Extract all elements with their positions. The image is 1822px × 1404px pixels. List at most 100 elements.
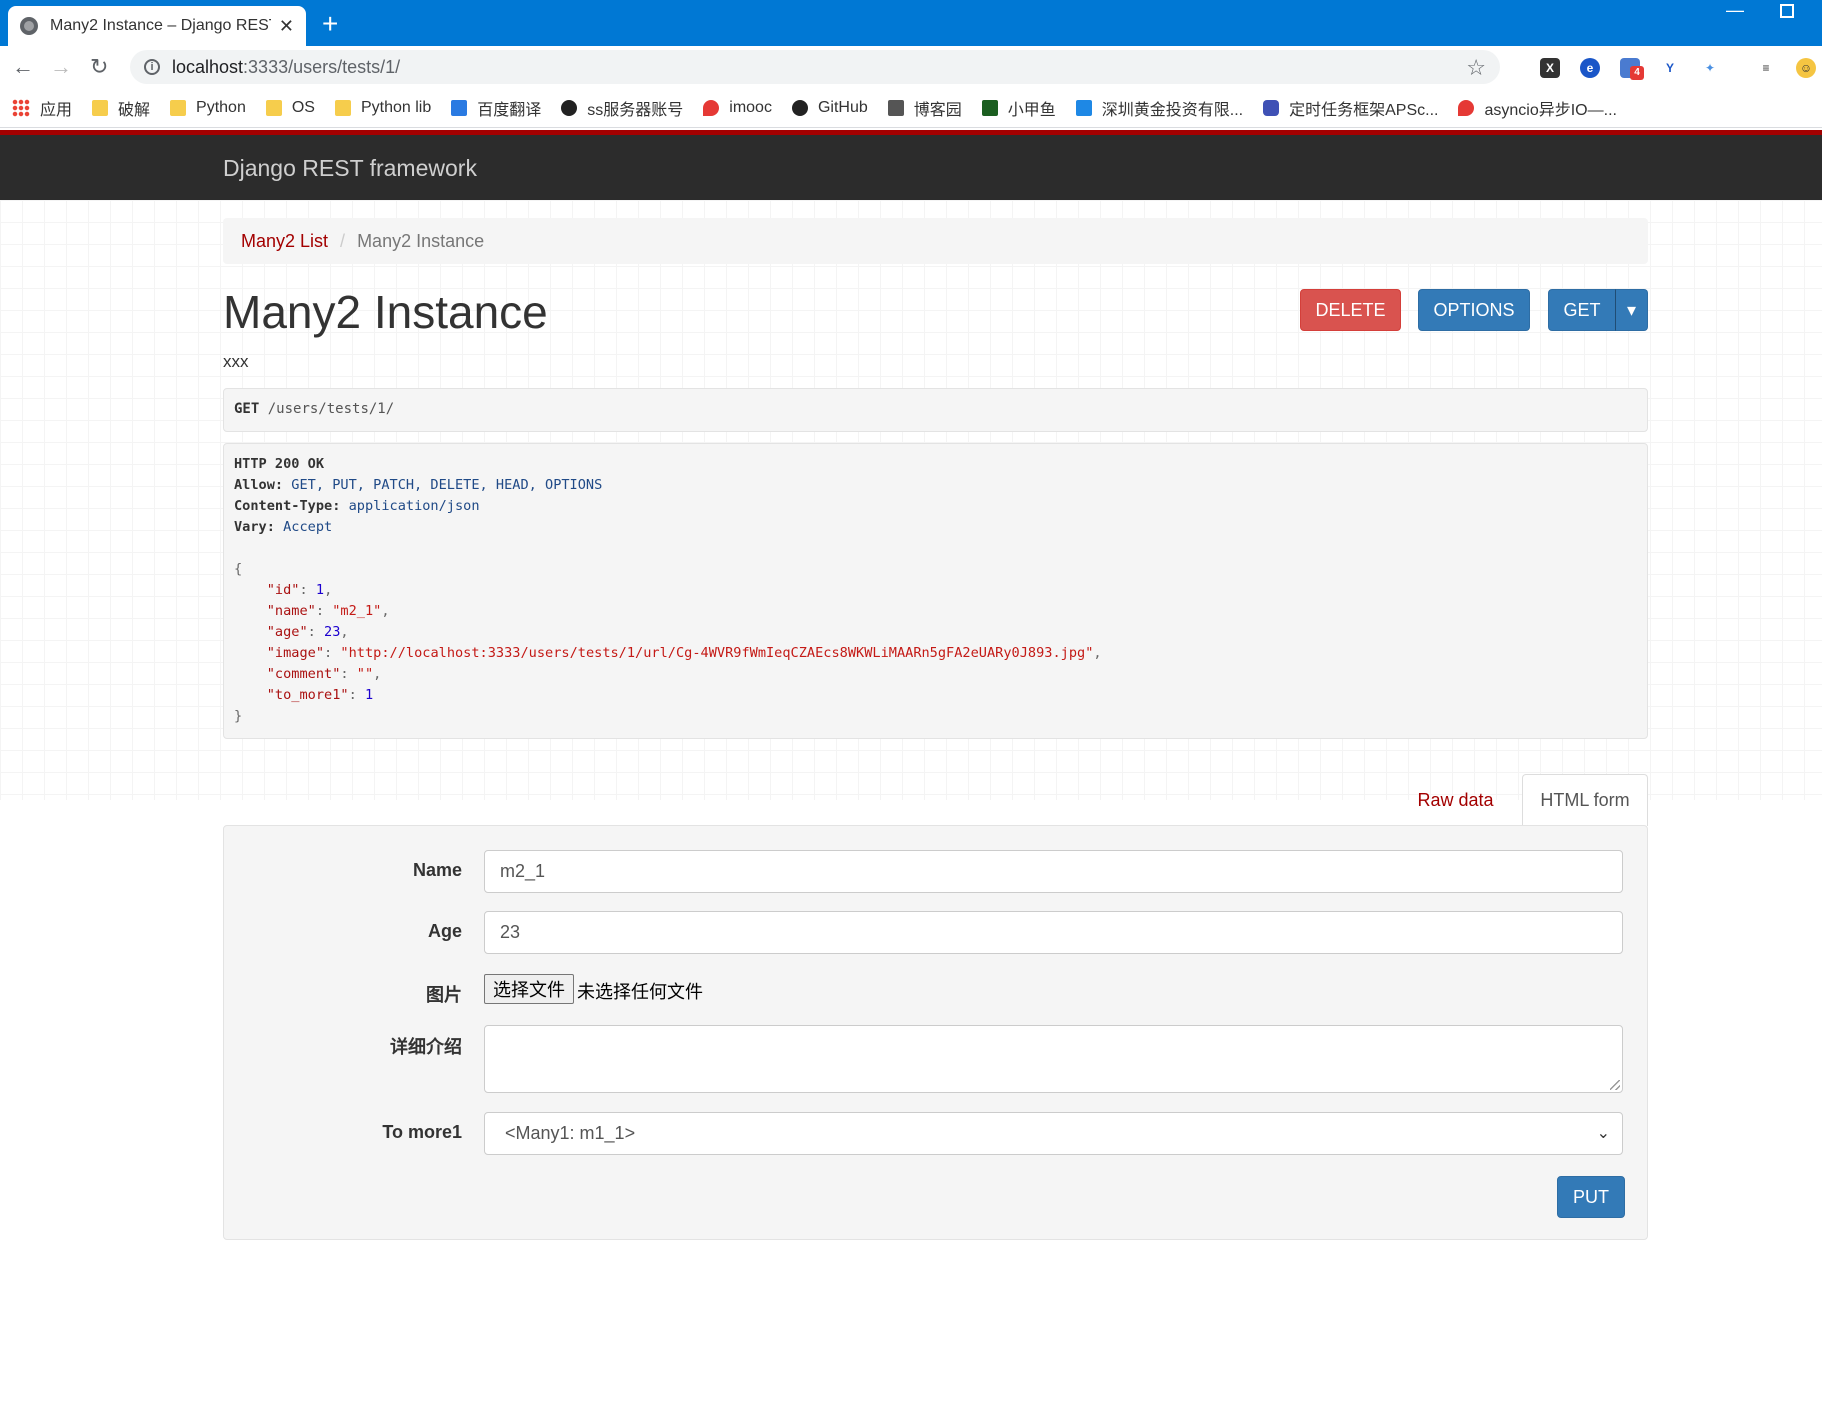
bookmark-label: imooc — [729, 98, 772, 116]
y-extension-icon[interactable]: Y — [1660, 58, 1680, 78]
minimize-button[interactable]: — — [1726, 0, 1744, 21]
resize-grip-icon[interactable] — [1610, 1080, 1620, 1090]
bookmark-label: ss服务器账号 — [587, 101, 684, 119]
json-line-id: "id": 1, — [266, 582, 333, 598]
get-button[interactable]: GET — [1548, 289, 1616, 331]
close-tab-icon[interactable]: ✕ — [279, 16, 294, 37]
tab-html-form[interactable]: HTML form — [1522, 774, 1648, 826]
apps-grid-icon — [12, 98, 30, 117]
folder-icon — [334, 99, 351, 116]
to-more1-selected: <Many1: m1_1> — [505, 1123, 636, 1143]
drf-brand[interactable]: Django REST framework — [223, 155, 477, 182]
bookmark-label: 小甲鱼 — [1007, 101, 1056, 119]
x-extension-icon[interactable]: X — [1540, 58, 1560, 78]
profile-avatar-icon[interactable]: ☺ — [1796, 58, 1816, 78]
get-format-dropdown[interactable]: ▾ — [1615, 289, 1648, 331]
request-info: GET /users/tests/1/ — [223, 388, 1648, 432]
bookmark-item[interactable]: ss服务器账号 — [561, 96, 683, 120]
chevron-down-icon: ▾ — [1626, 299, 1637, 320]
breadcrumb-current: Many2 Instance — [357, 230, 485, 251]
site-icon — [1263, 99, 1280, 116]
tab-raw-data[interactable]: Raw data — [1393, 774, 1518, 826]
blog-icon — [887, 99, 904, 116]
header-vary: Vary: Accept — [234, 517, 1637, 538]
name-input[interactable]: m2_1 — [484, 850, 1623, 893]
page-title: Many2 Instance — [223, 286, 548, 338]
bookmark-star-icon[interactable]: ☆ — [1466, 55, 1486, 81]
bookmark-label: Python — [196, 98, 246, 116]
comment-label: 详细介绍 — [390, 1037, 462, 1057]
choose-file-button[interactable]: 选择文件 — [484, 974, 574, 1004]
url-path: :3333/users/tests/1/ — [243, 56, 401, 77]
bookmark-label: Python lib — [360, 98, 432, 116]
folder-icon — [92, 99, 109, 116]
circle-extension-icon[interactable]: e — [1580, 58, 1600, 78]
json-line-comment: "comment": "", — [266, 666, 382, 682]
bookmark-item[interactable]: OS — [265, 98, 315, 117]
flame-icon — [1458, 99, 1475, 116]
response-info: HTTP 200 OK Allow: GET, PUT, PATCH, DELET… — [223, 443, 1648, 739]
to-more1-select[interactable]: <Many1: m1_1> ⌄ — [484, 1112, 1623, 1155]
comment-textarea[interactable] — [484, 1025, 1623, 1093]
header-value: GET, PUT, PATCH, DELETE, HEAD, OPTIONS — [291, 477, 603, 493]
bookmark-item[interactable]: 应用 — [12, 96, 72, 120]
json-value-name: m2_1 — [340, 603, 374, 619]
delete-button[interactable]: DELETE — [1300, 289, 1401, 331]
drf-navbar: Django REST framework — [0, 130, 1822, 200]
breadcrumb: Many2 List / Many2 Instance — [223, 218, 1648, 264]
back-arrow-icon[interactable]: ← — [12, 54, 34, 80]
json-value-age: 23 — [324, 624, 341, 640]
chevron-down-icon: ⌄ — [1596, 1125, 1610, 1142]
bookmark-item[interactable]: 破解 — [92, 96, 150, 120]
breadcrumb-separator: / — [340, 230, 346, 251]
bookmark-label: OS — [291, 98, 315, 116]
age-label: Age — [427, 921, 462, 941]
age-input[interactable]: 23 — [484, 911, 1623, 954]
bookmark-item[interactable]: 百度翻译 — [451, 96, 541, 120]
bookmark-label: 应用 — [40, 101, 73, 119]
forward-arrow-icon[interactable]: → — [50, 54, 72, 80]
to-more1-label: To more1 — [382, 1122, 462, 1142]
translate-icon — [451, 99, 468, 116]
new-tab-button[interactable]: + — [322, 10, 338, 38]
header-allow: Allow: GET, PUT, PATCH, DELETE, HEAD, OP… — [234, 475, 1637, 496]
folder-icon — [265, 99, 282, 116]
bookmark-label: GitHub — [817, 98, 868, 116]
put-button[interactable]: PUT — [1557, 1176, 1625, 1218]
breadcrumb-list-link[interactable]: Many2 List — [241, 231, 328, 252]
github-icon — [561, 99, 578, 116]
bookmark-item[interactable]: 博客园 — [887, 96, 962, 120]
json-value-image[interactable]: http://localhost:3333/users/tests/1/url/… — [349, 645, 1086, 661]
bookmark-item[interactable]: 深圳黄金投资有限... — [1075, 96, 1244, 120]
header-value: Accept — [283, 519, 333, 535]
options-button[interactable]: OPTIONS — [1418, 289, 1530, 331]
browser-tab[interactable]: Many2 Instance – Django REST ✕ — [8, 6, 306, 46]
puzzle-extension-icon[interactable]: 4 — [1620, 58, 1644, 80]
bookmark-item[interactable]: imooc — [703, 99, 772, 117]
json-value-id: 1 — [315, 582, 325, 598]
reading-list-icon[interactable]: ≡ — [1756, 58, 1776, 78]
image-label: 图片 — [426, 985, 462, 1005]
bookmark-item[interactable]: Python lib — [334, 98, 432, 117]
globe-icon — [20, 17, 38, 35]
url-bar[interactable]: i localhost:3333/users/tests/1/ ☆ — [130, 50, 1500, 84]
url-text: localhost:3333/users/tests/1/ — [172, 57, 400, 78]
form-tabs: Raw data HTML form — [223, 774, 1648, 826]
reload-icon[interactable]: ↻ — [90, 54, 108, 80]
bookmark-item[interactable]: GitHub — [791, 98, 868, 117]
maximize-button[interactable] — [1780, 4, 1794, 18]
url-host: localhost — [172, 56, 244, 77]
bookmark-label: 定时任务框架APSc... — [1289, 101, 1439, 119]
tab-title: Many2 Instance – Django REST — [50, 17, 271, 34]
flame-icon — [703, 99, 720, 116]
bird-extension-icon[interactable]: ✦ — [1700, 58, 1720, 78]
bookmark-item[interactable]: asyncio异步IO—... — [1458, 96, 1617, 120]
bowtie-icon — [1075, 99, 1092, 116]
bookmark-label: 深圳黄金投资有限... — [1101, 101, 1244, 119]
bookmark-item[interactable]: 定时任务框架APSc... — [1263, 96, 1438, 120]
bookmark-item[interactable]: 小甲鱼 — [981, 96, 1056, 120]
page-description: xxx — [223, 352, 249, 371]
bookmark-item[interactable]: Python — [170, 99, 246, 117]
json-line-image: "image": "http://localhost:3333/users/te… — [266, 645, 1102, 661]
info-icon[interactable]: i — [144, 59, 160, 75]
